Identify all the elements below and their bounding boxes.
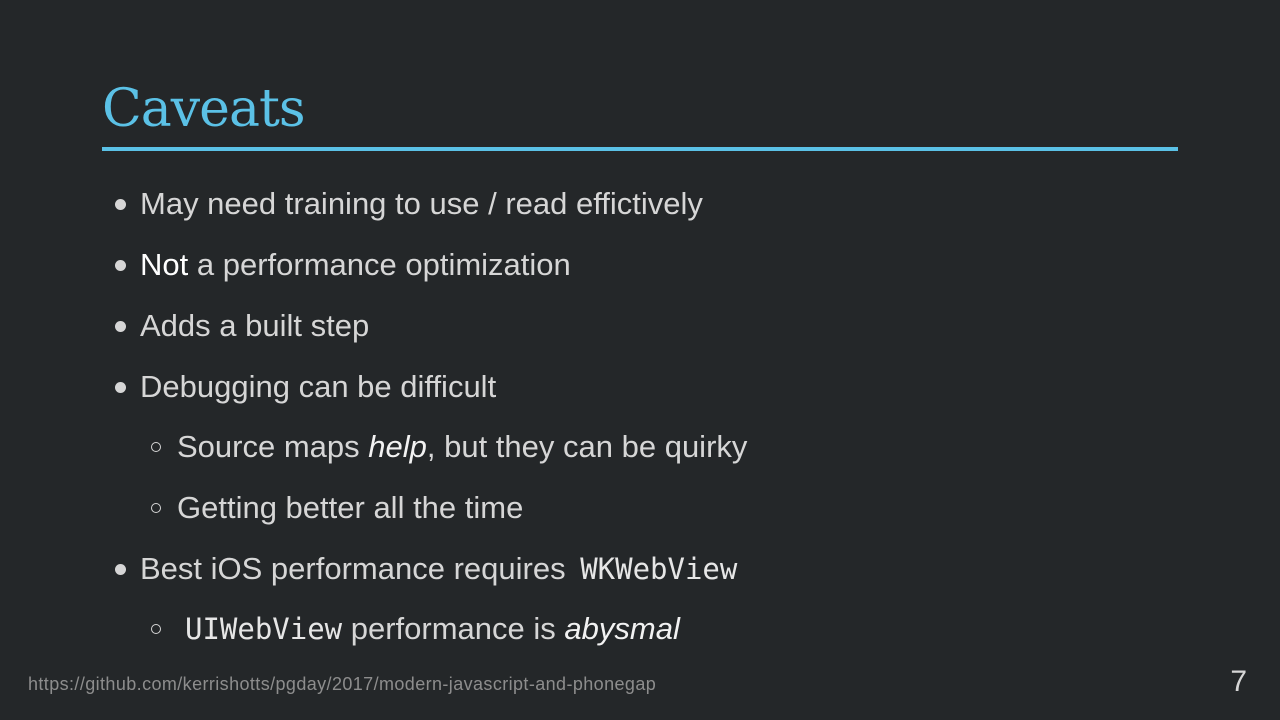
bullet-emphasis-text: help [368, 429, 427, 464]
sub-bullet-item: UIWebView performance is abysmal [151, 599, 680, 659]
bullet-text: May need training to use / read effictiv… [140, 186, 703, 221]
sub-bullet-item: Source maps help, but they can be quirky [151, 417, 748, 477]
bullet-text: , but they can be quirky [426, 429, 748, 464]
bullet-item: Not a performance optimization [115, 235, 571, 295]
bullet-text: Getting better all the time [177, 490, 524, 525]
bullet-item: Debugging can be difficult [115, 357, 497, 417]
bullet-text: Debugging can be difficult [140, 369, 497, 404]
title-underline [102, 147, 1178, 151]
page-number: 7 [1230, 665, 1247, 698]
slide: Caveats May need training to use / read … [0, 0, 1280, 720]
bullet-dot-icon [115, 382, 126, 393]
slide-title: Caveats [102, 79, 306, 139]
bullet-circle-icon [151, 503, 161, 513]
bullet-item: May need training to use / read effictiv… [115, 174, 703, 234]
bullet-item: Adds a built step [115, 296, 370, 356]
bullet-dot-icon [115, 321, 126, 332]
bullet-dot-icon [115, 199, 126, 210]
footer-url: https://github.com/kerrishotts/pgday/201… [28, 674, 657, 694]
bullet-dot-icon [115, 564, 126, 575]
bullet-text: a performance optimization [188, 247, 571, 282]
bullet-text: Best iOS performance requires [140, 551, 575, 586]
bullet-dot-icon [115, 260, 126, 271]
bullet-item: Best iOS performance requires WKWebView [115, 539, 738, 599]
bullet-strong-text: Not [140, 247, 189, 282]
bullet-code-text: WKWebView [580, 552, 738, 586]
bullet-circle-icon [151, 624, 161, 634]
sub-bullet-item: Getting better all the time [151, 478, 524, 538]
bullet-emphasis-text: abysmal [564, 611, 680, 646]
bullet-text: Source maps [177, 429, 369, 464]
bullet-code-text: UIWebView [185, 612, 343, 646]
bullet-text: Adds a built step [140, 308, 370, 343]
bullet-text: performance is [342, 611, 565, 646]
bullet-circle-icon [151, 442, 161, 452]
